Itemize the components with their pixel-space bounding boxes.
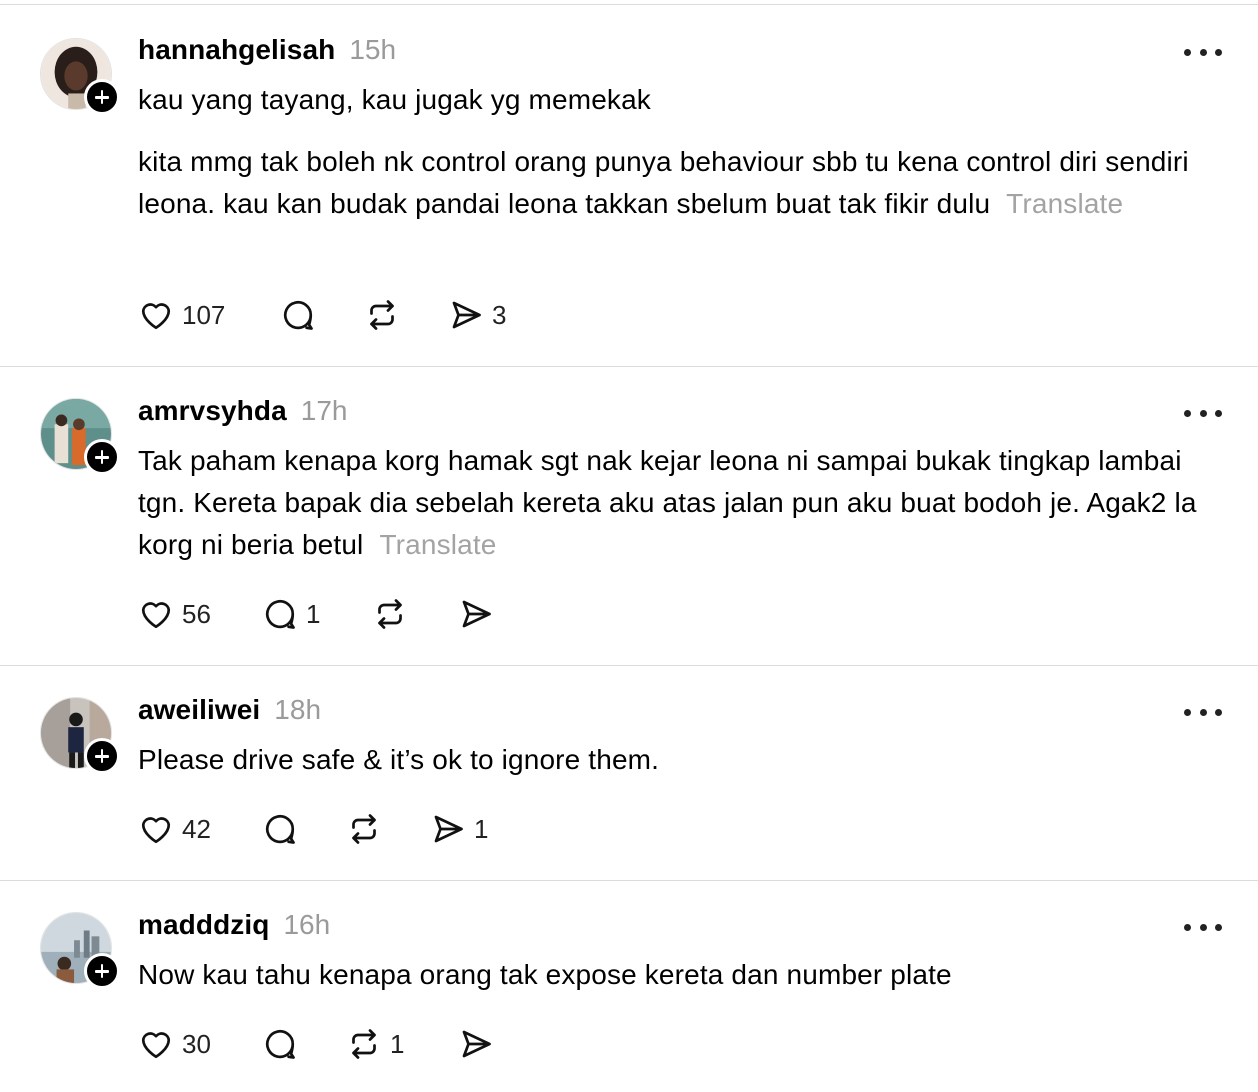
post-text: Now kau tahu kenapa orang tak expose ker… [138,954,1228,996]
like-count: 42 [182,813,211,844]
like-button[interactable]: 42 [138,809,211,849]
speech-bubble-icon [265,1029,295,1059]
post-avatar[interactable] [40,697,120,774]
username[interactable]: hannahgelisah [138,34,335,66]
timestamp: 18h [274,694,322,725]
post-text: kau yang tayang, kau jugak yg memekak ki… [138,79,1228,225]
like-count: 30 [182,1028,211,1059]
ellipsis-icon[interactable] [1184,407,1222,419]
speech-bubble-icon [283,300,313,330]
post-divider [0,665,1258,666]
speech-bubble-icon [265,814,295,844]
ellipsis-icon[interactable] [1184,706,1222,718]
share-button[interactable] [458,594,502,634]
post-divider [0,366,1258,367]
follow-plus-icon[interactable] [84,439,120,475]
ellipsis-icon[interactable] [1184,921,1222,933]
post-paragraph: kau yang tayang, kau jugak yg memekak [138,84,651,115]
username[interactable]: aweiliwei [138,694,260,726]
post-paragraph: Please drive safe & it’s ok to ignore th… [138,744,660,775]
reply-button[interactable] [280,295,324,335]
speech-bubble-icon [265,599,295,629]
reply-button[interactable]: 1 [262,594,320,634]
share-button[interactable]: 1 [430,809,488,849]
like-count: 107 [182,299,226,330]
post-avatar[interactable] [40,38,120,115]
paper-plane-icon [462,600,491,628]
timestamp: 17h [300,395,348,426]
repost-arrows-icon [352,814,376,844]
share-count: 1 [474,813,489,844]
paper-plane-icon [434,815,463,843]
timestamp: 16h [283,909,331,940]
ellipsis-icon[interactable] [1184,46,1222,58]
post-header: aweiliwei 18h [138,694,321,726]
share-button[interactable] [458,1024,502,1064]
post-header: amrvsyhda 17h [138,395,347,427]
post-paragraph: Now kau tahu kenapa orang tak expose ker… [138,959,952,990]
translate-link[interactable]: Translate [1006,188,1123,219]
timestamp: 15h [349,34,397,65]
repost-button[interactable] [372,594,416,634]
post-avatar[interactable] [40,912,120,989]
paper-plane-icon [452,301,481,329]
heart-icon [141,602,171,629]
heart-icon [141,817,171,844]
repost-count: 1 [390,1028,405,1059]
reply-button[interactable] [262,1024,306,1064]
like-count: 56 [182,598,211,629]
follow-plus-icon[interactable] [84,953,120,989]
repost-button[interactable] [346,809,390,849]
repost-button[interactable]: 1 [346,1024,404,1064]
heart-icon [141,303,171,330]
post-paragraph: Tak paham kenapa korg hamak sgt nak keja… [138,445,1197,560]
reply-count: 1 [306,598,321,629]
post-paragraph-wrap: kita mmg tak boleh nk control orang puny… [138,141,1228,225]
post-text: Please drive safe & it’s ok to ignore th… [138,739,1228,781]
like-button[interactable]: 30 [138,1024,211,1064]
share-button[interactable]: 3 [448,295,506,335]
repost-arrows-icon [378,599,402,629]
follow-plus-icon[interactable] [84,79,120,115]
repost-arrows-icon [352,1029,376,1059]
top-divider [0,4,1258,5]
username[interactable]: madddziq [138,909,269,941]
repost-arrows-icon [370,300,394,330]
share-count: 3 [492,299,507,330]
post-paragraph-wrap: Tak paham kenapa korg hamak sgt nak keja… [138,440,1228,566]
translate-link[interactable]: Translate [379,529,496,560]
like-button[interactable]: 56 [138,594,211,634]
post-avatar[interactable] [40,398,120,475]
post-text: Tak paham kenapa korg hamak sgt nak keja… [138,440,1228,566]
like-button[interactable]: 107 [138,295,225,335]
post-divider [0,880,1258,881]
heart-icon [141,1032,171,1059]
post-header: hannahgelisah 15h [138,34,396,66]
reply-button[interactable] [262,809,306,849]
paper-plane-icon [462,1030,491,1058]
username[interactable]: amrvsyhda [138,395,287,427]
post-header: madddziq 16h [138,909,330,941]
repost-button[interactable] [364,295,408,335]
follow-plus-icon[interactable] [84,738,120,774]
